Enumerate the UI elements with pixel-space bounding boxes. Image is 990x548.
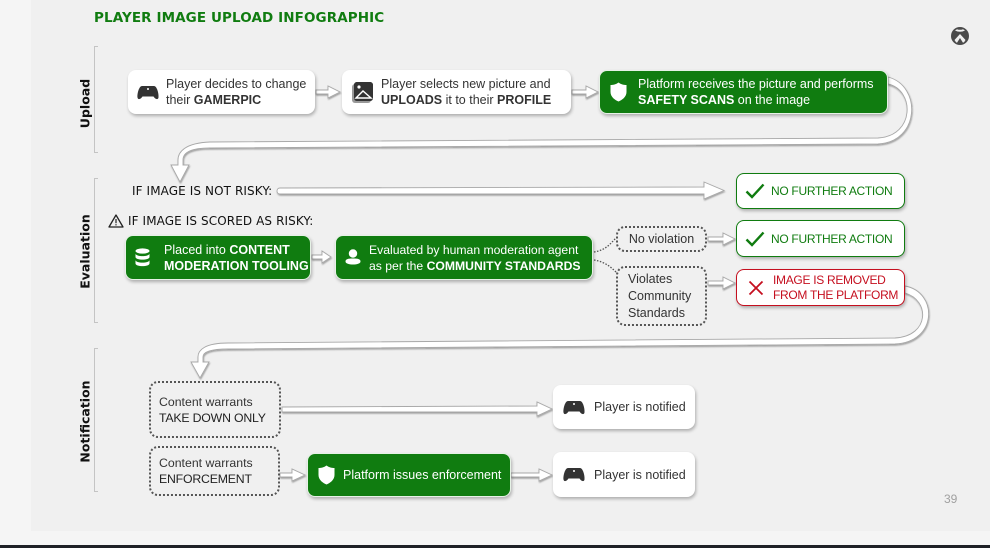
branch-no-violation: No violation [616, 226, 707, 252]
page-number: 39 [944, 492, 958, 506]
shield-icon [317, 465, 335, 485]
slide-canvas: PLAYER IMAGE UPLOAD INFOGRAPHIC Upload E… [0, 0, 990, 548]
condition-text: Content warrants TAKE DOWN ONLY [159, 394, 266, 425]
step-text: Player selects new picture and UPLOADS i… [381, 77, 552, 107]
result-no-further-action-2: NO FURTHER ACTION [736, 220, 905, 257]
upload-bracket [94, 46, 98, 153]
checkmark-icon [745, 231, 765, 247]
condition-risky: IF IMAGE IS SCORED AS RISKY: [108, 214, 313, 228]
xbox-logo-icon [951, 27, 969, 45]
step-text: Player decides to change their GAMERPIC [166, 77, 307, 107]
gamepad-icon [136, 85, 160, 100]
condition-not-risky: IF IMAGE IS NOT RISKY: [132, 184, 273, 198]
step-content-moderation-tooling: Placed into CONTENT MODERATION TOOLING [125, 235, 311, 280]
step-text: Platform receives the picture and perfor… [638, 77, 874, 107]
result-image-removed: IMAGE IS REMOVED FROM THE PLATFORM [736, 269, 905, 306]
close-x-icon [747, 280, 765, 296]
step-upload-picture: Player selects new picture and UPLOADS i… [342, 70, 571, 114]
result-text: IMAGE IS REMOVED FROM THE PLATFORM [773, 272, 899, 302]
result-text: NO FURTHER ACTION [771, 231, 893, 246]
condition-enforcement: Content warrants ENFORCEMENT [149, 446, 280, 496]
page-title: PLAYER IMAGE UPLOAD INFOGRAPHIC [94, 10, 385, 26]
database-icon [135, 248, 150, 267]
section-label-notification: Notification [77, 380, 93, 463]
warning-icon [108, 214, 124, 228]
section-label-evaluation: Evaluation [77, 214, 93, 289]
section-label-upload: Upload [77, 78, 93, 129]
result-player-notified-1: Player is notified [553, 385, 695, 429]
step-safety-scans: Platform receives the picture and perfor… [599, 70, 888, 114]
condition-text: Content warrants ENFORCEMENT [159, 456, 253, 486]
checkmark-icon [745, 183, 765, 199]
result-player-notified-2: Player is notified [553, 452, 695, 497]
step-platform-enforcement: Platform issues enforcement [307, 453, 511, 497]
condition-takedown-only: Content warrants TAKE DOWN ONLY [149, 381, 281, 438]
result-text: Player is notified [594, 400, 686, 414]
result-text: Player is notified [594, 467, 686, 482]
gamepad-icon [562, 400, 586, 415]
branch-violates: Violates Community Standards [616, 266, 707, 326]
gamepad-icon [562, 467, 586, 482]
image-icon [351, 81, 373, 103]
shield-icon [609, 82, 627, 102]
step-text: Platform issues enforcement [343, 468, 502, 482]
step-text: Evaluated by human moderation agent as p… [369, 242, 581, 273]
condition-risky-label: IF IMAGE IS SCORED AS RISKY: [128, 214, 314, 228]
result-text: NO FURTHER ACTION [771, 184, 893, 198]
step-change-gamerpic: Player decides to change their GAMERPIC [128, 70, 315, 114]
step-text: Placed into CONTENT MODERATION TOOLING [164, 242, 309, 273]
result-no-further-action-1: NO FURTHER ACTION [736, 173, 905, 209]
evaluation-bracket [94, 178, 98, 323]
step-human-moderation: Evaluated by human moderation agent as p… [335, 235, 593, 280]
person-icon [345, 248, 361, 267]
notification-bracket [94, 348, 98, 492]
